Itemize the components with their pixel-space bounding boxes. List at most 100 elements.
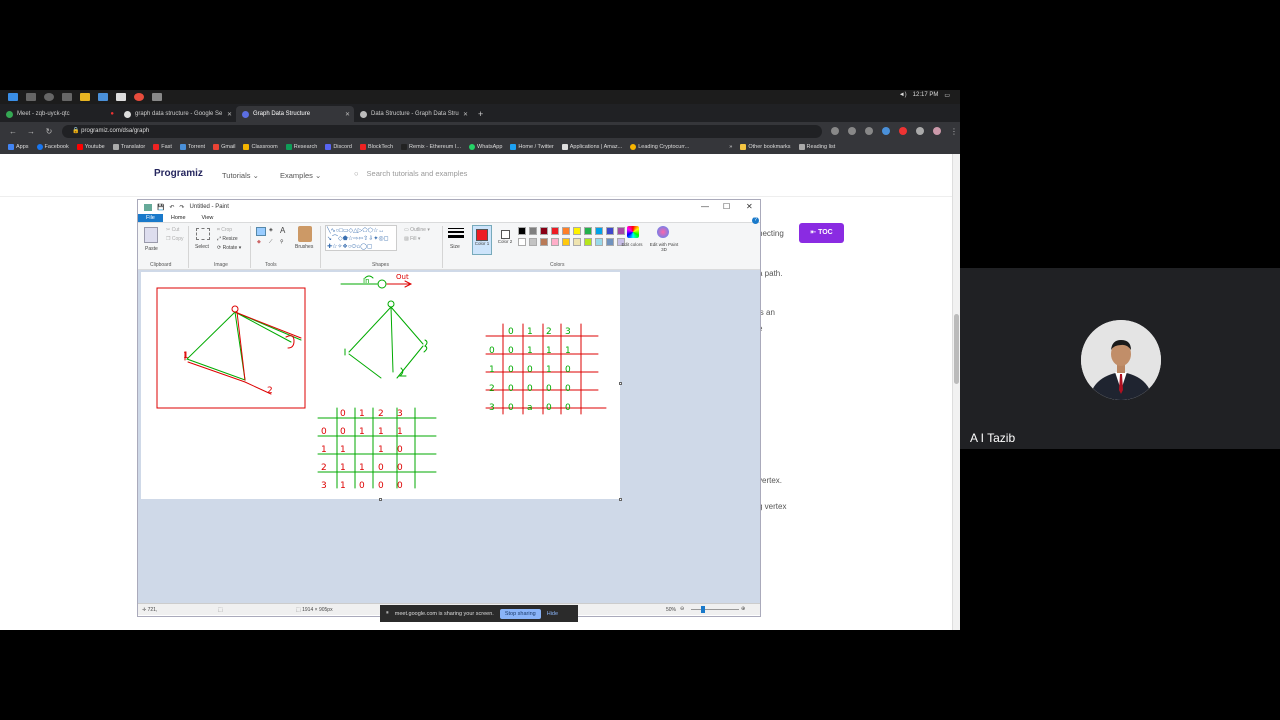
app-icon[interactable] [98,93,108,101]
bookmark-classroom[interactable]: Classroom [243,144,278,150]
nav-examples[interactable]: Examples ⌄ [280,171,321,180]
color1-button[interactable]: Color 1 [472,225,492,255]
bookmark-whatsapp[interactable]: WhatsApp [469,144,502,150]
select-icon[interactable] [196,228,210,240]
color-swatch[interactable] [551,227,559,235]
file-explorer-icon[interactable] [80,93,90,101]
bookmark-youtube[interactable]: Youtube [76,144,105,150]
star-icon[interactable] [865,127,873,135]
color-picker-icon[interactable]: ⟋ [269,239,273,245]
bookmark-research[interactable]: Research [285,144,317,150]
edit-colors-icon[interactable] [627,226,639,238]
color-swatch[interactable] [518,227,526,235]
color-swatch[interactable] [518,238,526,246]
bookmark-remix[interactable]: Remix - Ethereum I... [401,144,461,150]
color-swatch[interactable] [540,238,548,246]
bookmark-facebook[interactable]: Facebook [36,144,69,150]
extension-icon[interactable] [899,127,907,135]
redo-icon[interactable]: ↷ [180,204,185,211]
copy-button[interactable]: ❐ Copy [166,236,184,242]
forward-icon[interactable]: → [26,127,36,136]
close-icon[interactable]: ✕ [463,111,468,118]
puzzle-icon[interactable] [916,127,924,135]
resize-handle[interactable] [379,498,382,501]
zoom-icon[interactable] [831,127,839,135]
search-icon[interactable] [26,93,36,101]
bookmark-gmail[interactable]: Gmail [213,144,235,150]
drawing-canvas[interactable]: In Out 1 2 0 1 2 3 0 0 1 1 1 1 0 0 1 0 2 0 0 0 0 3 0 a 0 0 0 1 2 3… [141,272,620,499]
extension-icon[interactable] [882,127,890,135]
menu-icon[interactable]: ⋮ [949,127,959,136]
color-swatch[interactable] [606,227,614,235]
color-swatch[interactable] [573,227,581,235]
task-view-icon[interactable] [62,93,72,101]
bookmarks-overflow-icon[interactable]: » [729,144,732,150]
bookmark-translator[interactable]: Translator [112,144,145,150]
cortana-icon[interactable] [44,93,54,101]
hide-button[interactable]: Hide [547,611,558,617]
toc-button[interactable]: ⇤ TOC [799,223,844,243]
paste-button[interactable]: Paste [145,246,158,252]
select-button[interactable]: Select [195,244,209,250]
eraser-icon[interactable]: ◆ [257,239,261,245]
app-icon[interactable] [116,93,126,101]
color-swatch[interactable] [562,238,570,246]
back-icon[interactable]: ← [8,127,18,136]
resize-button[interactable]: ⤢ Resize [217,236,238,242]
pencil-icon[interactable] [256,227,266,236]
paint-taskbar-icon[interactable] [152,93,162,101]
paint3d-icon[interactable] [657,226,669,238]
size-icon[interactable] [448,228,464,238]
stop-sharing-button[interactable]: Stop sharing [499,608,541,619]
paste-icon[interactable] [144,227,158,243]
tab-meet[interactable]: Meet - zqb-uyck-qtc ● [0,106,118,122]
resize-handle[interactable] [619,498,622,501]
cut-button[interactable]: ✂ Cut [166,227,179,233]
text-icon[interactable]: A [280,226,285,235]
site-search[interactable]: ○ Search tutorials and examples [354,169,554,178]
reload-icon[interactable]: ↻ [44,127,54,136]
edit-colors-button[interactable]: Edit colors [621,242,643,247]
brushes-button[interactable]: Brushes [295,244,313,250]
tab-home[interactable]: Home [163,215,194,221]
minimize-button[interactable]: — [701,202,709,211]
brushes-icon[interactable] [298,226,312,242]
rotate-button[interactable]: ⟳ Rotate ▾ [217,245,241,251]
color-swatch[interactable] [540,227,548,235]
bookmark-reading-list[interactable]: Reading list [798,144,835,150]
bookmark-crypto[interactable]: Leading Cryptocurr... [630,144,689,150]
color-swatch[interactable] [562,227,570,235]
zoom-slider-thumb[interactable] [701,606,705,613]
speaker-icon[interactable]: ◄) [899,92,907,99]
new-tab-button[interactable]: + [478,106,483,122]
color-swatch[interactable] [551,238,559,246]
site-logo[interactable]: Programiz [154,168,203,179]
resize-handle[interactable] [619,382,622,385]
bookmark-other[interactable]: Other bookmarks [740,144,791,150]
bookmark-discord[interactable]: Discord [325,144,352,150]
url-input[interactable]: 🔒 programiz.com/dsa/graph [62,124,822,138]
save-icon[interactable]: 💾 [157,204,164,211]
color-swatch[interactable] [606,238,614,246]
zoom-in-icon[interactable]: ⊕ [741,606,745,612]
fill-icon[interactable]: ◈ [269,227,273,233]
maximize-button[interactable]: ☐ [723,202,730,211]
fill-button[interactable]: ▨ Fill ▾ [404,236,420,242]
color-swatch[interactable] [584,227,592,235]
notification-icon[interactable]: ▭ [944,92,950,99]
bookmark-fast[interactable]: Fast [153,144,172,150]
shapes-gallery[interactable]: ╲∿○□▭◇△▷⬠⬡☆↔ ↘⌒◇⬟☆⇨⇦⇧⇩✦◎◻ ✚☆✧❖○⬭⌂◯▢ [325,225,397,251]
paint3d-button[interactable]: Edit with Paint 3D [648,242,680,252]
zoom-slider[interactable] [691,609,739,610]
bookmark-blocktech[interactable]: BlockTech [359,144,393,150]
crop-button[interactable]: ⌗ Crop [217,227,232,233]
bookmark-amazon[interactable]: Applications | Amaz... [561,144,622,150]
bookmark-twitter[interactable]: Home / Twitter [510,144,554,150]
tab-graph-data-structure[interactable]: Graph Data Structure ✕ [236,106,354,122]
page-scrollbar[interactable] [952,154,960,630]
close-icon[interactable]: ✕ [345,111,350,118]
tab-view[interactable]: View [194,215,222,221]
zoom-out-icon[interactable]: ⊖ [680,606,684,612]
nav-tutorials[interactable]: Tutorials ⌄ [222,171,259,180]
color-swatch[interactable] [529,238,537,246]
